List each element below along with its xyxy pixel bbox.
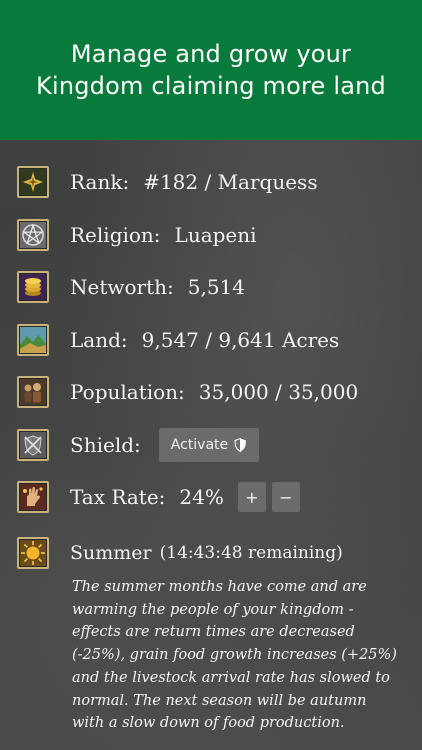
banner-line-2: Kingdom claiming more land (36, 72, 386, 100)
tax-increase-button[interactable]: + (237, 482, 266, 512)
population-label: Population: (70, 380, 185, 404)
pentagram-icon (17, 219, 49, 251)
crossed-swords-shield-icon (17, 429, 49, 461)
land-row: Land: 9,547 / 9,641 Acres (17, 322, 417, 358)
header-banner: Manage and grow your Kingdom claiming mo… (0, 0, 422, 140)
rank-row: Rank: #182 / Marquess (17, 164, 417, 200)
population-value: 35,000 / 35,000 (198, 380, 359, 404)
land-value: 9,547 / 9,641 Acres (141, 328, 340, 352)
rank-star-icon (17, 166, 49, 198)
season-row: Summer (14:43:48 remaining) (17, 535, 417, 571)
networth-row: Networth: 5,514 (17, 269, 417, 305)
tax-rate-row: Tax Rate: 24% + − (17, 479, 417, 515)
land-label: Land: (70, 328, 128, 352)
population-row: Population: 35,000 / 35,000 (17, 374, 417, 410)
banner-line-1: Manage and grow your (70, 40, 352, 68)
season-remaining: (14:43:48 remaining) (159, 543, 343, 563)
networth-label: Networth: (70, 275, 174, 299)
sun-icon (17, 537, 49, 569)
shield-icon (234, 438, 247, 452)
tax-rate-label: Tax Rate: (70, 485, 166, 509)
religion-value: Luapeni (174, 223, 257, 247)
rank-value: #182 / Marquess (143, 170, 318, 194)
season-description: The summer months have come and are warm… (72, 579, 397, 732)
activate-label: Activate (170, 437, 229, 453)
networth-value: 5,514 (187, 275, 246, 299)
shield-row: Shield: Activate (17, 427, 417, 463)
shield-label: Shield: (70, 433, 141, 457)
tax-decrease-button[interactable]: − (271, 482, 300, 512)
religion-row: Religion: Luapeni (17, 217, 417, 253)
people-icon (17, 376, 49, 408)
hand-coins-icon (17, 481, 49, 513)
rank-label: Rank: (70, 170, 130, 194)
religion-label: Religion: (70, 223, 161, 247)
season-name: Summer (70, 542, 152, 564)
activate-shield-button[interactable]: Activate (158, 428, 260, 462)
tax-rate-value: 24% (179, 485, 224, 509)
landscape-icon (17, 324, 49, 356)
gold-coins-icon (17, 271, 49, 303)
